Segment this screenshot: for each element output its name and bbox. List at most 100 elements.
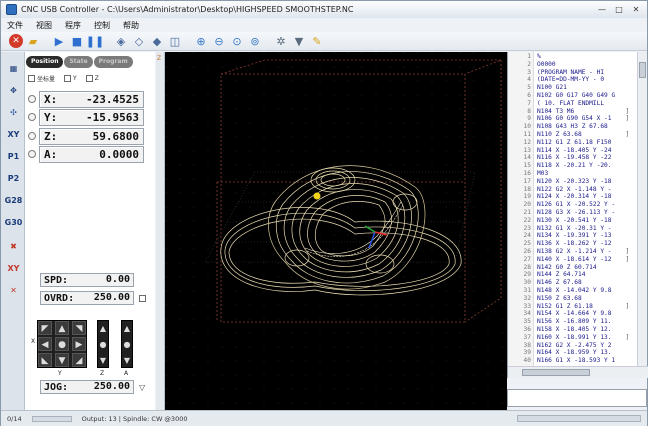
tool-icon[interactable]: ✎ [309, 33, 325, 49]
vertical-scroll-thumb[interactable] [639, 62, 646, 78]
jog-dropdown-icon[interactable]: ▽ [139, 383, 145, 392]
tab-position[interactable]: Position [26, 56, 64, 68]
gcode-line[interactable]: 28 N142 G0 Z 60.714 [508, 264, 632, 272]
gcode-line[interactable]: 29 N144 Z 64.714 [508, 271, 632, 279]
tab-state[interactable]: State [64, 56, 93, 68]
gcode-line[interactable]: 4 (DATE=DD-MM-YY - 0 [508, 76, 632, 84]
gcode-line[interactable]: 10 N108 G43 H3 Z 67.68 [508, 123, 632, 131]
gcode-line[interactable]: 32 N150 Z 63.68 [508, 295, 632, 303]
menu-control[interactable]: 控制 [94, 20, 110, 31]
menu-file[interactable]: 文件 [7, 20, 23, 31]
p2-button[interactable]: P2 [4, 170, 23, 187]
probe-icon[interactable]: ✖ [4, 238, 23, 255]
jog-a-up-button[interactable]: ▲ [122, 322, 132, 336]
spindle-icon[interactable]: ▼ [291, 33, 307, 49]
jog-down-right-button[interactable]: ◢ [72, 353, 86, 367]
jog-right-button[interactable]: ▶ [72, 337, 86, 351]
spindle-speed-field[interactable]: SPD: 0.00 [40, 273, 134, 287]
gcode-line[interactable]: 13 N114 X -18.405 Y -24 [508, 147, 632, 155]
jog-center-button[interactable]: ● [55, 337, 69, 351]
gcode-line[interactable]: 19 N124 X -20.314 Y -18 [508, 193, 632, 201]
gcode-horizontal-scrollbar[interactable] [508, 366, 648, 378]
jog-z-down-button[interactable]: ▼ [98, 354, 108, 368]
gcode-line[interactable]: 5 N100 G21 [508, 84, 632, 92]
jog-up-button[interactable]: ▲ [55, 321, 69, 335]
gcode-line[interactable]: 7 ( 10. FLAT ENDMILL [508, 100, 632, 108]
gcode-line[interactable]: 23 N132 G1 X -20.31 Y - [508, 225, 632, 233]
stop-square-icon[interactable]: ■ [69, 33, 85, 49]
override-checkbox[interactable] [139, 295, 146, 302]
view-top-icon[interactable]: ◫ [167, 33, 183, 49]
home-icon[interactable]: ▦ [4, 60, 23, 77]
zoom-in-icon[interactable]: ⊕ [193, 33, 209, 49]
menu-program[interactable]: 程序 [65, 20, 81, 31]
a-radio[interactable] [28, 150, 36, 158]
gcode-line[interactable]: 33 N152 G1 Z 61.18 [508, 303, 632, 311]
gcode-line[interactable]: 9 N106 G0 G90 G54 X -1 [508, 115, 632, 123]
gcode-line[interactable]: 21 N128 G3 X -26.113 Y - [508, 209, 632, 217]
dro-x[interactable]: X: -23.4525 [39, 90, 144, 108]
open-folder-icon[interactable]: ▰ [25, 33, 41, 49]
gcode-line[interactable]: 11 N110 Z 63.68 [508, 131, 632, 139]
gcode-vertical-scrollbar[interactable] [637, 52, 647, 366]
play-icon[interactable]: ▶ [51, 33, 67, 49]
gcode-line[interactable]: 40 N166 G1 X -18.593 Y 1 [508, 357, 632, 365]
gcode-line[interactable]: 2 O0000 [508, 61, 632, 69]
gcode-line[interactable]: 16 M03 [508, 170, 632, 178]
y-radio[interactable] [28, 113, 36, 121]
dro-z[interactable]: Z: 59.6800 [39, 127, 144, 145]
view-cube-icon[interactable]: ◈ [113, 33, 129, 49]
jog-speed-field[interactable]: JOG: 250.00 [40, 380, 134, 394]
gcode-line[interactable]: 1% [508, 53, 632, 61]
gcode-line[interactable]: 17 N120 X -20.323 Y -18 [508, 178, 632, 186]
jog-down-left-button[interactable]: ◣ [38, 353, 52, 367]
p1-button[interactable]: P1 [4, 148, 23, 165]
work-zero-icon[interactable]: ✥ [4, 82, 23, 99]
gcode-line[interactable]: 34 N154 X -14.664 Y 9.8 [508, 310, 632, 318]
gcode-line[interactable]: 30 N146 Z 67.68 [508, 279, 632, 287]
settings-icon[interactable]: ✲ [273, 33, 289, 49]
minimize-button[interactable]: — [595, 3, 609, 15]
menu-help[interactable]: 帮助 [123, 20, 139, 31]
gcode-line[interactable]: 35 N156 X -16.809 Y 11. [508, 318, 632, 326]
view-front-icon[interactable]: ◇ [131, 33, 147, 49]
dro-a[interactable]: A: 0.0000 [39, 145, 144, 163]
gcode-line[interactable]: 6 N102 G0 G17 G40 G49 G [508, 92, 632, 100]
view-side-icon[interactable]: ◆ [149, 33, 165, 49]
jog-left-button[interactable]: ◀ [38, 337, 52, 351]
menu-view[interactable]: 视图 [36, 20, 52, 31]
pause-icon[interactable]: ❚❚ [86, 33, 104, 49]
zoom-out-icon[interactable]: ⊖ [211, 33, 227, 49]
gcode-line[interactable]: 25 N136 X -18.262 Y -12 [508, 240, 632, 248]
close-button[interactable]: ✕ [629, 3, 643, 15]
jog-a-down-button[interactable]: ▼ [122, 354, 132, 368]
horizontal-scroll-thumb[interactable] [522, 369, 590, 376]
override-field[interactable]: OVRD: 250.00 [40, 291, 134, 305]
gcode-line[interactable]: 3 (PROGRAM NAME - HI [508, 69, 632, 77]
jog-up-left-button[interactable]: ◤ [38, 321, 52, 335]
machine-icon[interactable]: ✕ [4, 282, 23, 299]
z-radio[interactable] [28, 132, 36, 140]
jog-z-up-button[interactable]: ▲ [98, 322, 108, 336]
zoom-window-icon[interactable]: ⊚ [247, 33, 263, 49]
gcode-line[interactable]: 37 N160 X -18.991 Y 13. [508, 334, 632, 342]
gcode-line[interactable]: 27 N140 X -18.614 Y -12 [508, 256, 632, 264]
dro-y[interactable]: Y: -15.9563 [39, 108, 144, 126]
jog-up-right-button[interactable]: ◥ [72, 321, 86, 335]
maximize-button[interactable]: □ [612, 3, 626, 15]
gcode-line[interactable]: 18 N122 G2 X -1.148 Y - [508, 186, 632, 194]
gcode-line[interactable]: 20 N126 G1 X -20.522 Y - [508, 201, 632, 209]
xy-zero-icon[interactable]: ✣ [4, 104, 23, 121]
zoom-fit-icon[interactable]: ⊙ [229, 33, 245, 49]
z-checkbox[interactable]: Z [85, 75, 99, 82]
x-radio[interactable] [28, 95, 36, 103]
gcode-line[interactable]: 8 N104 T3 M6 [508, 108, 632, 116]
jog-down-button[interactable]: ▼ [55, 353, 69, 367]
mdi-command-input[interactable] [507, 389, 647, 407]
gcode-line[interactable]: 15 N118 X -20.21 Y -20. [508, 162, 632, 170]
g28-button[interactable]: G28 [4, 192, 23, 209]
gcode-line[interactable]: 38 N162 G2 X -2.475 Y 2 [508, 342, 632, 350]
tab-program[interactable]: Program [93, 56, 133, 68]
coord-checkbox[interactable]: 坐标量 [28, 74, 55, 83]
gcode-line[interactable]: 12 N112 G1 Z 61.18 F150 [508, 139, 632, 147]
